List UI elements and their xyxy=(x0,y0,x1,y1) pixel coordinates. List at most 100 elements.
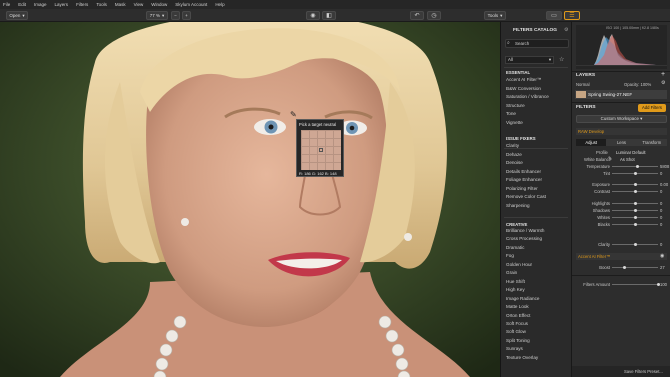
menu-image[interactable]: Image xyxy=(34,2,47,7)
slider-handle[interactable] xyxy=(633,183,637,186)
zoom-select[interactable]: 77 % ▾ xyxy=(146,11,168,20)
catalog-filter-item[interactable]: Clarity xyxy=(506,143,519,148)
accent-ai-header[interactable]: Accent AI Filter™ ◉ xyxy=(576,253,667,260)
menu-tools[interactable]: Tools xyxy=(96,2,107,7)
slider-handle[interactable] xyxy=(633,190,637,193)
catalog-filter-item[interactable]: Dramatic xyxy=(506,245,524,250)
zoom-out-button[interactable]: − xyxy=(171,11,180,20)
save-filters-preset-button[interactable]: Save Filters Preset... xyxy=(624,369,663,374)
catalog-filter-item[interactable]: Soft Glow xyxy=(506,329,526,334)
filters-panel-button[interactable]: ☰ xyxy=(564,11,580,20)
tools-button[interactable]: Tools ▾ xyxy=(484,11,506,20)
workspace-label: Custom Workspace xyxy=(600,116,639,121)
zoom-in-button[interactable]: + xyxy=(182,11,191,20)
preview-button[interactable]: ◉ xyxy=(306,11,320,20)
raw-tabs: Adjust Lens Transform xyxy=(576,139,667,146)
layout-button[interactable]: ▭ xyxy=(546,11,562,20)
catalog-filter-item[interactable]: Structure xyxy=(506,103,525,108)
layer-row[interactable]: Spring Swing-27.NEF xyxy=(575,90,667,99)
workspace-select[interactable]: Custom Workspace ▾ xyxy=(576,115,667,123)
history-button[interactable]: ◷ xyxy=(427,11,441,20)
raw-develop-header[interactable]: RAW Develop xyxy=(576,128,667,135)
catalog-filter-item[interactable]: Brilliance / Warmth xyxy=(506,228,544,233)
tab-transform[interactable]: Transform xyxy=(636,139,667,146)
menu-layers[interactable]: Layers xyxy=(55,2,69,7)
catalog-filter-item[interactable]: Saturation / Vibrance xyxy=(506,94,549,99)
menu-filters[interactable]: Filters xyxy=(76,2,88,7)
eyedropper-icon[interactable]: ✎ xyxy=(608,156,612,162)
catalog-filter-item[interactable]: Foliage Enhancer xyxy=(506,177,542,182)
photo-canvas[interactable]: ✎ xyxy=(0,22,500,377)
slider-track[interactable] xyxy=(612,284,658,285)
slider-handle[interactable] xyxy=(633,243,637,246)
tab-lens[interactable]: Lens xyxy=(606,139,637,146)
catalog-search-input[interactable]: ⌕ Search xyxy=(505,39,569,48)
slider-handle[interactable] xyxy=(633,216,637,219)
slider-label: Contrast xyxy=(594,189,610,194)
slider-handle[interactable] xyxy=(633,172,637,175)
slider-track[interactable] xyxy=(612,267,658,268)
slider-handle[interactable] xyxy=(633,202,637,205)
catalog-filter-item[interactable]: Texture Overlay xyxy=(506,355,538,360)
catalog-filter-item[interactable]: Image Radiance xyxy=(506,296,539,301)
white-balance-select[interactable]: As Shot xyxy=(620,157,635,162)
profile-select[interactable]: Luminar Default xyxy=(616,150,646,155)
menu-edit[interactable]: Edit xyxy=(18,2,26,7)
catalog-filter-item[interactable]: Sharpening xyxy=(506,203,530,208)
catalog-filter-item[interactable]: Orton Effect xyxy=(506,313,530,318)
settings-icon[interactable]: ⚙ xyxy=(564,27,568,33)
menu-skylum-account[interactable]: Skylum Account xyxy=(175,2,207,7)
layer-settings-icon[interactable]: ⚙ xyxy=(661,80,665,86)
catalog-filter-item[interactable]: Polarizing Filter xyxy=(506,186,538,191)
menu-file[interactable]: File xyxy=(3,2,10,7)
slider-handle[interactable] xyxy=(633,209,637,212)
catalog-filter-item[interactable]: Grain xyxy=(506,270,517,275)
favorites-icon[interactable]: ☆ xyxy=(559,56,564,63)
visibility-icon[interactable]: ◉ xyxy=(660,253,664,259)
menu-window[interactable]: Window xyxy=(151,2,167,7)
compare-button[interactable]: ◧ xyxy=(322,11,336,20)
catalog-filter-item[interactable]: High Key xyxy=(506,287,525,292)
catalog-filter-item[interactable]: Tone xyxy=(506,111,516,116)
catalog-filter-item[interactable]: Accent AI Filter™ xyxy=(506,77,542,82)
slider-label: Highlights xyxy=(591,201,610,206)
catalog-filter-item[interactable]: Details Enhancer xyxy=(506,169,541,174)
chevron-down-icon: ▾ xyxy=(500,12,503,18)
catalog-filter-item[interactable]: Matte Look xyxy=(506,304,529,309)
picker-rgb-readout: R: 186 G: 162 B: 148 xyxy=(299,171,337,176)
catalog-search-placeholder: Search xyxy=(515,41,530,46)
catalog-filter-item[interactable]: Fog xyxy=(506,253,514,258)
catalog-filter-item[interactable]: Denoise xyxy=(506,160,523,165)
catalog-filter-item[interactable]: B&W Conversion xyxy=(506,86,541,91)
blend-mode-select[interactable]: Normal xyxy=(576,82,590,87)
menu-mask[interactable]: Mask xyxy=(115,2,126,7)
catalog-filter-item[interactable]: Cross Processing xyxy=(506,236,542,241)
menu-help[interactable]: Help xyxy=(215,2,224,7)
slider-handle[interactable] xyxy=(633,223,637,226)
catalog-filter-item[interactable]: Split Toning xyxy=(506,338,530,343)
undo-icon: ↶ xyxy=(414,12,420,19)
slider-handle[interactable] xyxy=(622,266,626,269)
catalog-filter-item[interactable]: Hue Shift xyxy=(506,279,525,284)
chevron-down-icon: ▾ xyxy=(548,57,551,62)
white-balance-label: White Balance xyxy=(584,157,611,162)
slider-handle[interactable] xyxy=(635,165,639,168)
open-button[interactable]: Open ▾ xyxy=(6,11,28,20)
menu-bar: File Edit Image Layers Filters Tools Mas… xyxy=(0,0,670,9)
catalog-filter-item[interactable]: Dehaze xyxy=(506,152,522,157)
divider xyxy=(572,102,670,103)
menu-view[interactable]: View xyxy=(134,2,144,7)
catalog-filter-item[interactable]: Remove Color Cast xyxy=(506,194,546,199)
opacity-field[interactable]: Opacity: 100% xyxy=(624,82,651,87)
catalog-filter-item[interactable]: Sunrays xyxy=(506,346,523,351)
add-filters-button[interactable]: Add Filters xyxy=(638,104,666,112)
tab-adjust[interactable]: Adjust xyxy=(576,139,607,146)
undo-button[interactable]: ↶ xyxy=(410,11,424,20)
add-layer-icon[interactable]: + xyxy=(661,71,665,78)
filters-title: FILTERS xyxy=(576,105,596,110)
catalog-filter-item[interactable]: Soft Focus xyxy=(506,321,528,326)
catalog-filter-item[interactable]: Golden Hour xyxy=(506,262,532,267)
catalog-filter-item[interactable]: Vignette xyxy=(506,120,523,125)
catalog-category-select[interactable]: All ▾ xyxy=(505,56,554,64)
slider-label: Exposure xyxy=(592,182,610,187)
